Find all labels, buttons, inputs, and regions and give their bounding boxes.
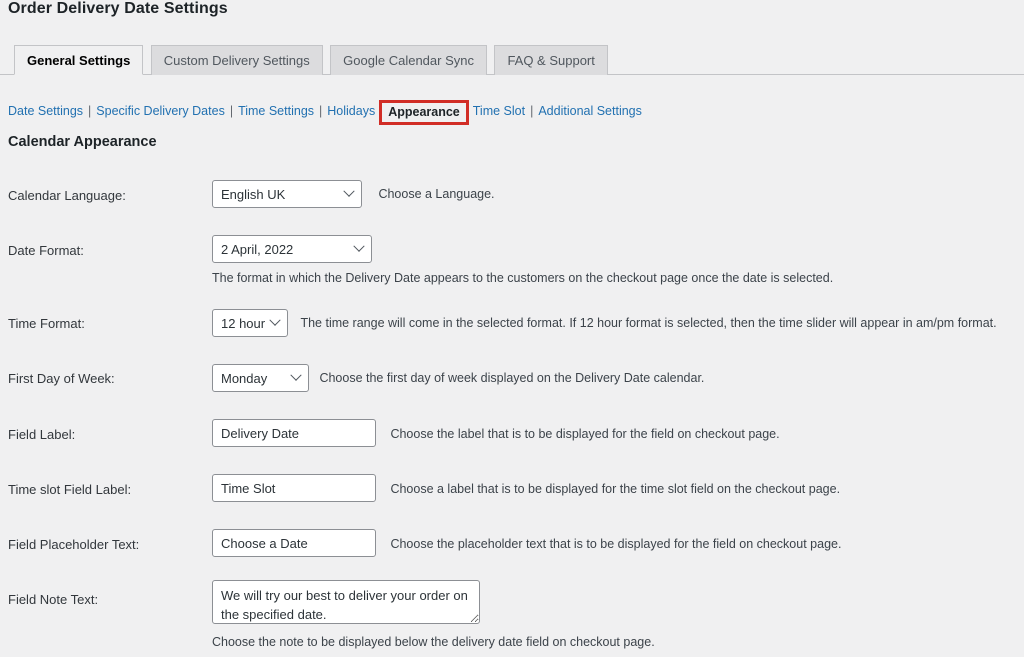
subnav-separator: | (88, 104, 92, 118)
first-day-of-week-select[interactable]: Monday (212, 364, 309, 392)
subnav-separator: | (229, 104, 234, 118)
tab-custom-delivery-settings[interactable]: Custom Delivery Settings (150, 45, 323, 75)
field-first-day-of-week: Monday Choose the first day of week disp… (212, 364, 704, 392)
label-date-format: Date Format: (8, 243, 84, 258)
time-format-select-wrapper: 12 hour (212, 309, 288, 337)
subnav-separator: | (319, 104, 323, 118)
label-calendar-language: Calendar Language: (8, 188, 126, 203)
subnav-item-specific-delivery-dates[interactable]: Specific Delivery Dates (96, 104, 225, 118)
label-first-day-of-week: First Day of Week: (8, 371, 115, 386)
label-time-format: Time Format: (8, 316, 85, 331)
first-day-of-week-select-wrapper: Monday (212, 364, 309, 392)
field-calendar-language: English UK Choose a Language. (212, 180, 495, 208)
page-title: Order Delivery Date Settings (8, 0, 228, 17)
description-field-note-text: Choose the note to be displayed below th… (212, 635, 655, 649)
field-label-input[interactable] (212, 419, 376, 447)
description-first-day-of-week: Choose the first day of week displayed o… (319, 371, 705, 386)
field-date-format: 2 April, 2022 The format in which the De… (212, 235, 833, 285)
field-field-label: Choose the label that is to be displayed… (212, 419, 780, 447)
label-field-label: Field Label: (8, 427, 76, 442)
description-calendar-language: Choose a Language. (378, 187, 495, 202)
tab-google-calendar-sync[interactable]: Google Calendar Sync (330, 45, 487, 75)
field-note-text-textarea[interactable]: We will try our best to deliver your ord… (212, 580, 480, 624)
description-time-slot-field-label: Choose a label that is to be displayed f… (390, 481, 841, 496)
subnav-item-additional-settings[interactable]: Additional Settings (538, 104, 642, 118)
field-field-note-text: We will try our best to deliver your ord… (212, 580, 655, 649)
calendar-language-select-wrapper: English UK (212, 180, 362, 208)
subnav-item-date-settings[interactable]: Date Settings (8, 104, 83, 118)
subnav-item-holidays[interactable]: Holidays (327, 104, 375, 118)
tab-bar: General Settings Custom Delivery Setting… (0, 44, 1024, 75)
section-heading: Calendar Appearance (8, 134, 157, 150)
label-field-note-text: Field Note Text: (8, 592, 99, 607)
label-field-placeholder-text: Field Placeholder Text: (8, 537, 140, 552)
time-format-select[interactable]: 12 hour (212, 309, 288, 337)
subnav-separator: | (530, 104, 534, 118)
settings-page: Order Delivery Date Settings General Set… (0, 0, 1024, 657)
description-field-label: Choose the label that is to be displayed… (390, 426, 780, 441)
description-field-placeholder-text: Choose the placeholder text that is to b… (390, 536, 842, 551)
tab-faq-support[interactable]: FAQ & Support (494, 45, 608, 75)
sub-navigation: Date Settings | Specific Delivery Dates | Ti… (8, 99, 642, 125)
label-time-slot-field-label: Time slot Field Label: (8, 482, 132, 497)
field-field-placeholder-text: Choose the placeholder text that is to b… (212, 529, 841, 557)
subnav-item-appearance[interactable]: Appearance (379, 100, 469, 125)
time-slot-field-label-input[interactable] (212, 474, 376, 502)
subnav-item-time-slot[interactable]: Time Slot (473, 104, 525, 118)
subnav-item-time-settings[interactable]: Time Settings (238, 104, 314, 118)
field-placeholder-text-input[interactable] (212, 529, 376, 557)
field-time-slot-field-label: Choose a label that is to be displayed f… (212, 474, 840, 502)
date-format-select-wrapper: 2 April, 2022 (212, 235, 372, 263)
description-date-format: The format in which the Delivery Date ap… (212, 271, 834, 285)
description-time-format: The time range will come in the selected… (300, 316, 997, 331)
tab-general-settings[interactable]: General Settings (14, 45, 144, 75)
field-time-format: 12 hour The time range will come in the … (212, 309, 997, 337)
calendar-language-select[interactable]: English UK (212, 180, 362, 208)
date-format-select[interactable]: 2 April, 2022 (212, 235, 372, 263)
